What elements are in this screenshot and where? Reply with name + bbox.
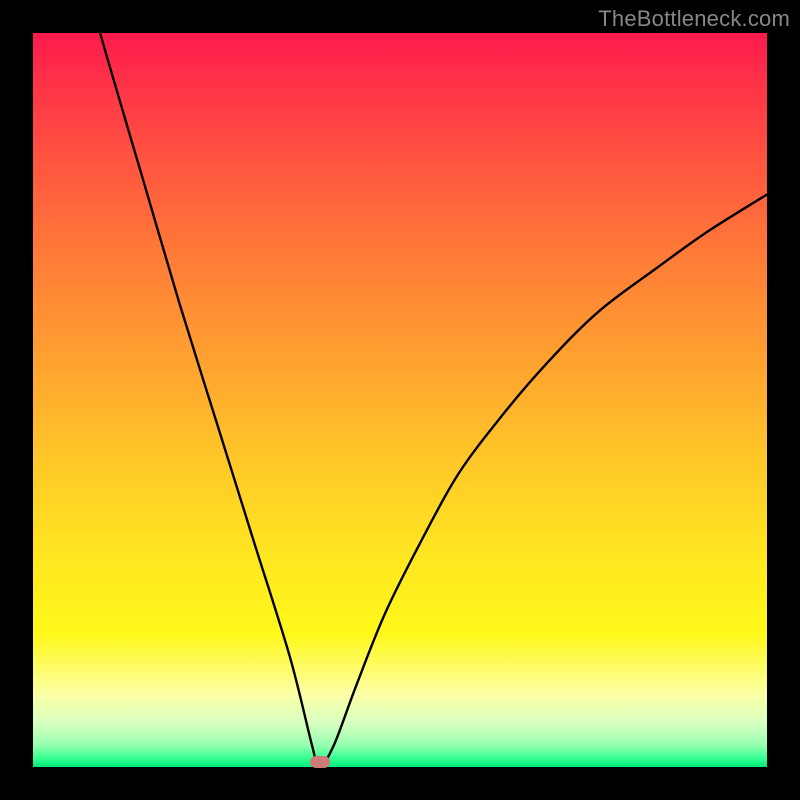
optimal-point-marker (310, 756, 330, 768)
bottleneck-curve (33, 33, 767, 767)
watermark-text: TheBottleneck.com (598, 6, 790, 32)
chart-frame: TheBottleneck.com (0, 0, 800, 800)
